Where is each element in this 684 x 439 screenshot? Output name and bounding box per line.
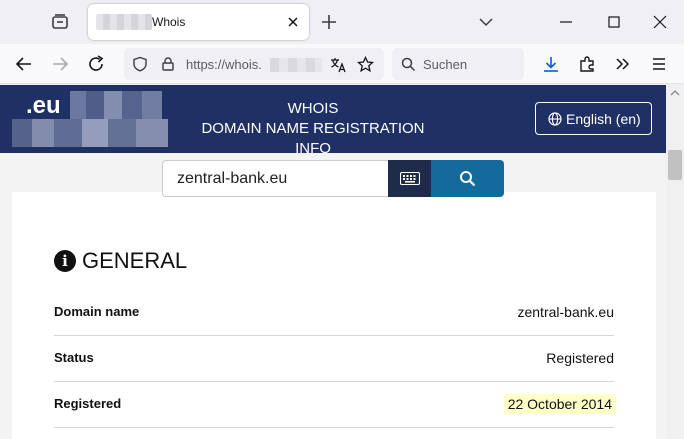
row-label: Domain name — [54, 304, 140, 319]
info-row-registered: Registered 22 October 2014 — [54, 382, 616, 428]
lock-icon[interactable] — [160, 56, 176, 72]
general-card: i GENERAL Domain name zentral-bank.eu St… — [12, 192, 656, 439]
scroll-thumb[interactable] — [668, 150, 682, 180]
header-title-line1: WHOIS — [287, 100, 339, 117]
browser-search-bar[interactable]: Suchen — [392, 48, 524, 80]
web-page: .eu WHOIS DOMAIN NAME REGISTRATION INFO … — [0, 85, 666, 439]
forward-arrow-icon[interactable] — [50, 54, 70, 74]
info-row-status: Status Registered — [54, 336, 614, 382]
row-value: zentral-bank.eu — [517, 304, 614, 320]
row-value-highlighted: 22 October 2014 — [503, 394, 616, 414]
eu-logo[interactable]: .eu — [26, 92, 61, 120]
tab-whois[interactable]: Whois — [88, 4, 309, 40]
keyboard-icon — [400, 172, 420, 185]
search-icon — [460, 171, 476, 187]
info-icon: i — [54, 250, 76, 272]
keyboard-button[interactable] — [388, 160, 431, 197]
window-close-icon[interactable] — [652, 14, 668, 30]
header-title-line2: DOMAIN NAME REGISTRATION INFO — [201, 120, 425, 157]
close-icon[interactable] — [285, 14, 301, 30]
search-button[interactable] — [431, 160, 504, 197]
tab-bar: Whois — [0, 0, 684, 44]
new-tab-icon[interactable] — [320, 13, 338, 31]
row-label: Registered — [54, 396, 122, 411]
row-value: Registered — [546, 350, 614, 366]
translate-icon[interactable] — [329, 56, 347, 74]
tab-list-icon[interactable] — [50, 12, 70, 32]
tab-title: Whois — [152, 15, 186, 29]
section-title: GENERAL — [82, 248, 188, 273]
search-placeholder: Suchen — [423, 57, 468, 72]
reload-icon[interactable] — [86, 54, 106, 74]
site-header: .eu WHOIS DOMAIN NAME REGISTRATION INFO … — [0, 85, 666, 157]
download-icon[interactable] — [541, 54, 561, 74]
search-icon — [401, 57, 416, 72]
maximize-icon[interactable] — [606, 14, 622, 30]
url-text: https://whois. — [186, 57, 262, 72]
header-title: WHOIS DOMAIN NAME REGISTRATION INFO — [200, 99, 426, 159]
url-bar[interactable]: https://whois. — [124, 48, 384, 80]
back-arrow-icon[interactable] — [14, 54, 34, 74]
overflow-chevron-icon[interactable] — [613, 54, 633, 74]
minimize-icon[interactable] — [558, 14, 574, 30]
language-label: English (en) — [566, 111, 641, 127]
tab-favicon-icon — [96, 14, 152, 30]
navigation-bar: https://whois. Suchen — [0, 44, 684, 84]
info-row-domain-name: Domain name zentral-bank.eu — [54, 290, 614, 336]
chevron-down-icon[interactable] — [478, 14, 494, 30]
url-redacted — [270, 58, 322, 72]
extensions-icon[interactable] — [577, 54, 597, 74]
language-button[interactable]: English (en) — [535, 102, 652, 135]
hamburger-menu-icon[interactable] — [649, 54, 669, 74]
domain-search-input[interactable]: zentral-bank.eu — [162, 160, 388, 197]
scroll-up-arrow-icon[interactable] — [670, 89, 680, 97]
bookmark-star-icon[interactable] — [357, 56, 374, 73]
shield-icon[interactable] — [132, 56, 148, 72]
globe-icon — [548, 112, 562, 126]
page-scrollbar[interactable] — [666, 85, 684, 439]
row-label: Status — [54, 350, 94, 365]
